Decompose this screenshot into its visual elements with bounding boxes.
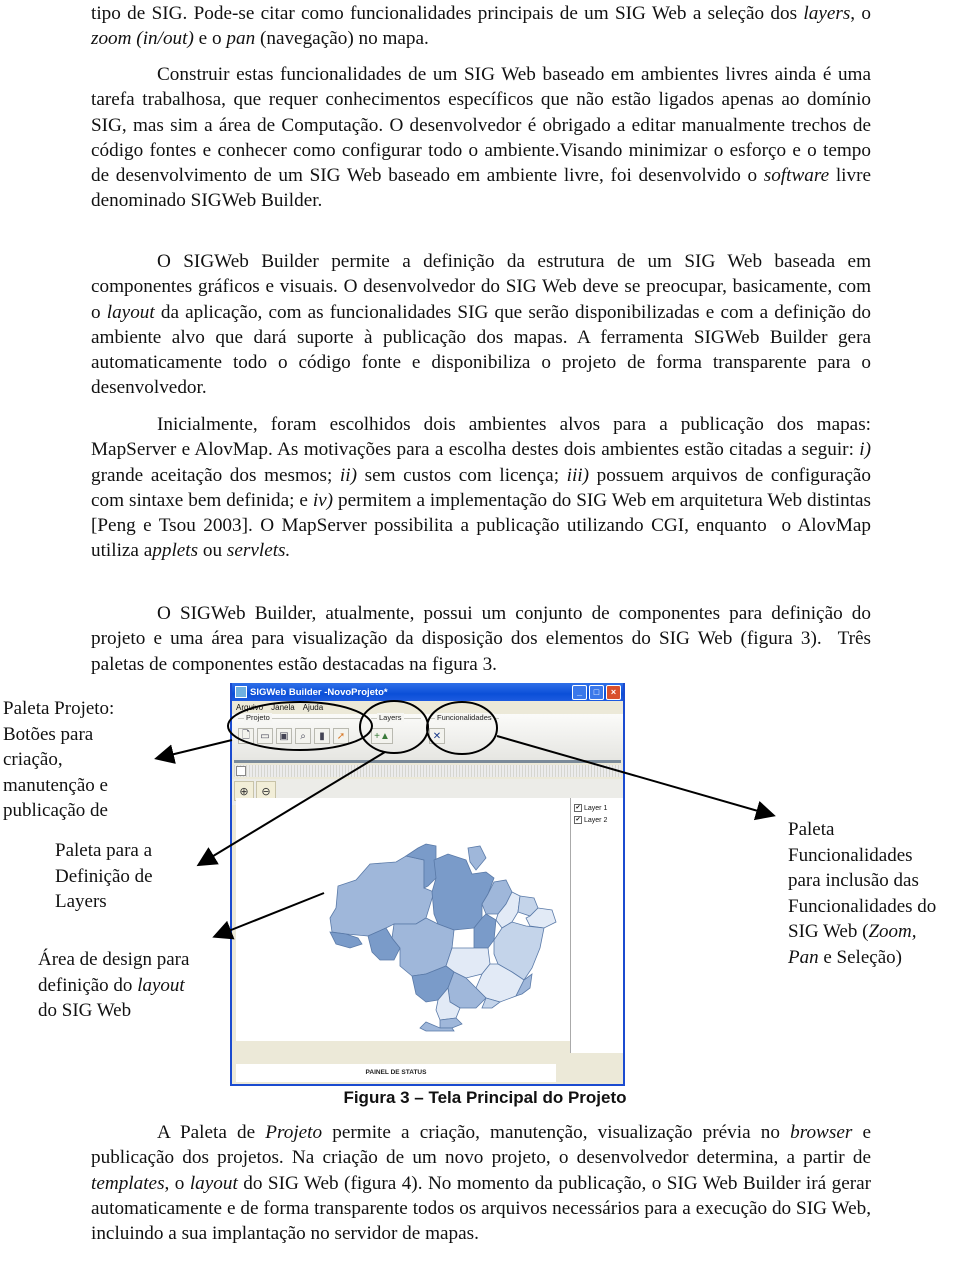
design-area[interactable] <box>236 798 608 1041</box>
add-layer-button[interactable]: +▲ <box>371 728 393 744</box>
title-bar: SIGWeb Builder -NovoProjeto* _ □ × <box>232 683 623 701</box>
layer-1-checkbox[interactable]: ✔ <box>574 804 582 812</box>
annotation-area-design: Área de design para definição do layout do… <box>38 949 190 1021</box>
palette-layers: Layers +▲ <box>371 713 421 756</box>
sigweb-builder-window: SIGWeb Builder -NovoProjeto* _ □ × Arqui… <box>230 683 625 1086</box>
palette-toolbar: Projeto 🗋 ▭ ▣ ⌕ ▮ ➚ Layers +▲ Funcionali… <box>232 713 623 760</box>
open-folder-icon: ▭ <box>260 730 270 742</box>
minimize-button[interactable]: _ <box>572 684 587 700</box>
palette-funcionalidades-title: Funcionalidades <box>435 713 494 722</box>
palette-layers-title: Layers <box>377 713 404 722</box>
save-icon: ▣ <box>279 730 289 742</box>
component-box[interactable] <box>236 766 246 776</box>
tools-button[interactable]: ✕ <box>429 728 445 744</box>
zoom-out-icon: ⊖ <box>261 785 271 798</box>
tools-icon: ✕ <box>432 730 442 742</box>
layers-panel: ✔ Layer 1 ✔ Layer 2 <box>570 798 623 1053</box>
layer-1-label: Layer 1 <box>584 804 608 812</box>
database-button[interactable]: ▮ <box>314 728 330 744</box>
menu-janela[interactable]: Janela <box>271 703 295 712</box>
zoom-in-icon: ⊕ <box>239 785 249 798</box>
paragraph-paleta-projeto: A Paleta de Projeto permite a criação, m… <box>91 1122 871 1245</box>
save-project-button[interactable]: ▣ <box>276 728 292 744</box>
annotation-paleta-layers: Paleta para a Definição de Layers <box>55 840 153 912</box>
brazil-map <box>329 843 557 1032</box>
paragraph-construir: Construir estas funcionalidades de um SI… <box>91 64 871 212</box>
paragraph-ambientes: Inicialmente, foram escolhidos dois ambi… <box>91 414 871 562</box>
annotation-paleta-funcionalidades: Paleta Funcionalidades para inclusão das Fu… <box>788 819 937 968</box>
layer-2-checkbox[interactable]: ✔ <box>574 816 582 824</box>
annotation-paleta-projeto: Paleta Projeto: Botões para criação, manute… <box>3 698 115 821</box>
preview-icon: ⌕ <box>300 730 306 742</box>
open-project-button[interactable]: ▭ <box>257 728 273 744</box>
publish-button[interactable]: ➚ <box>333 728 349 744</box>
publish-icon: ➚ <box>336 730 346 742</box>
preview-button[interactable]: ⌕ <box>295 728 311 744</box>
region-santa-catarina <box>439 1017 463 1029</box>
close-button[interactable]: × <box>606 684 621 700</box>
add-layer-icon: +▲ <box>374 730 390 742</box>
menu-arquivo[interactable]: Arquivo <box>236 703 263 712</box>
divider <box>234 760 621 763</box>
paragraph-componentes: O SIGWeb Builder, atualmente, possui um … <box>91 603 871 675</box>
new-file-icon: 🗋 <box>241 729 251 741</box>
layer-item[interactable]: ✔ Layer 1 <box>571 802 623 814</box>
menu-bar: Arquivo Janela Ajuda <box>232 701 623 714</box>
layer-2-label: Layer 2 <box>584 816 608 824</box>
palette-projeto: Projeto 🗋 ▭ ▣ ⌕ ▮ ➚ <box>238 713 363 756</box>
database-icon: ▮ <box>319 730 325 742</box>
window-title: SIGWeb Builder -NovoProjeto* <box>250 686 388 698</box>
new-project-button[interactable]: 🗋 <box>238 728 254 744</box>
layer-item[interactable]: ✔ Layer 2 <box>571 814 623 826</box>
menu-ajuda[interactable]: Ajuda <box>303 703 323 712</box>
palette-funcionalidades: Funcionalidades ✕ <box>429 713 499 756</box>
paragraph-sigweb-builder: O SIGWeb Builder permite a definição da … <box>91 251 872 399</box>
arrow-projeto <box>154 739 233 764</box>
maximize-button[interactable]: □ <box>589 684 604 700</box>
component-strip <box>234 765 621 777</box>
region-amapa <box>467 845 487 871</box>
paragraph-intro-end: tipo de SIG. Pode-se citar como funciona… <box>91 3 871 50</box>
app-icon <box>235 686 247 698</box>
status-panel: PAINEL DE STATUS <box>236 1064 556 1082</box>
palette-projeto-title: Projeto <box>244 713 272 722</box>
figure-caption: Figura 3 – Tela Principal do Projeto <box>343 1088 627 1107</box>
